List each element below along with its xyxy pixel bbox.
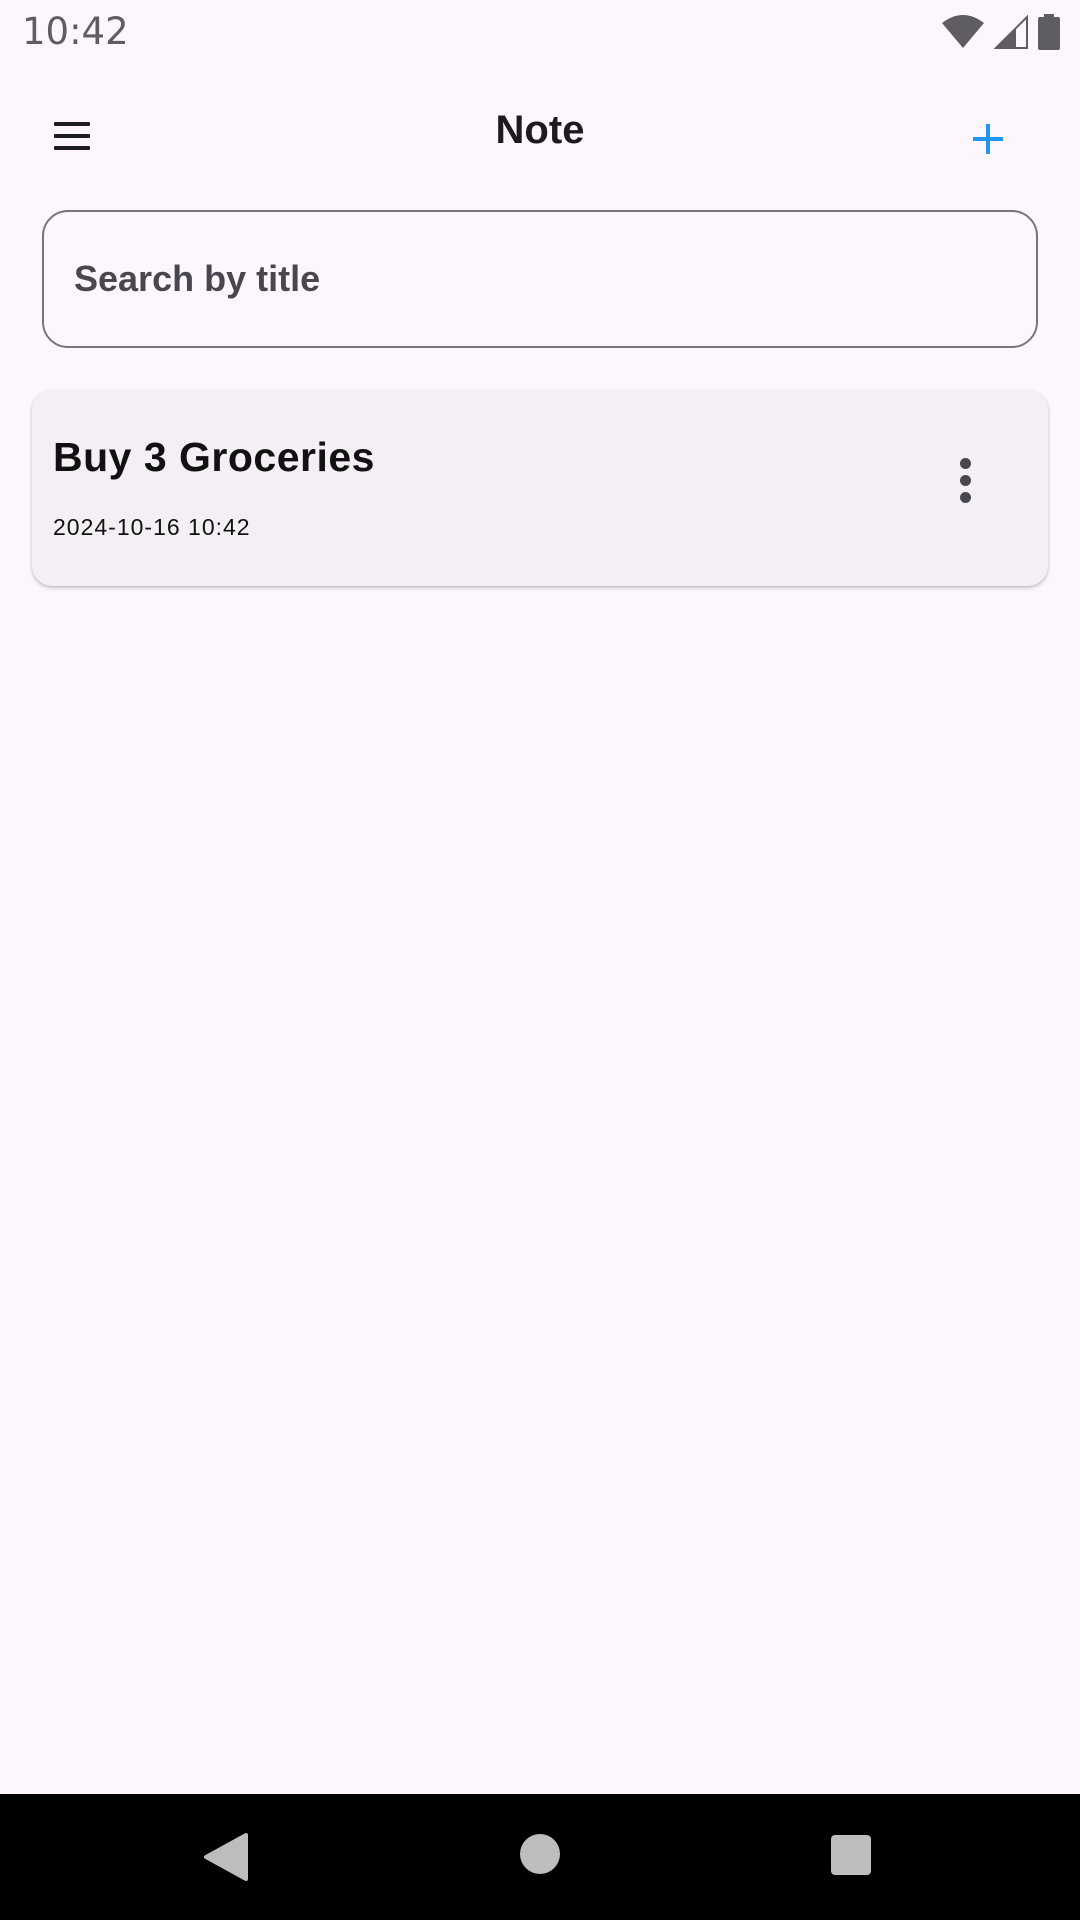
add-note-button[interactable] [958,108,1018,168]
battery-icon [1038,14,1060,50]
page-title: Note [495,108,585,152]
note-date: 2024-10-16 10:42 [53,514,251,540]
search-input[interactable] [74,212,1004,346]
back-icon [204,1833,248,1881]
back-button[interactable] [202,1833,248,1881]
cell-signal-icon [994,15,1028,49]
home-icon[interactable] [520,1834,560,1874]
note-more-button[interactable] [932,452,1000,520]
search-field [42,210,1038,348]
wifi-icon [942,15,984,48]
status-bar: 10:42 [0,0,1080,64]
note-card[interactable]: Buy 3 Groceries 2024-10-16 10:42 [32,390,1048,586]
status-icons [942,12,1060,52]
plus-icon [973,124,1003,154]
note-title: Buy 3 Groceries [53,434,375,480]
app-bar: Note [0,80,1080,192]
navigation-bar [0,1794,1080,1920]
recents-icon[interactable] [831,1835,871,1875]
status-time: 10:42 [22,10,129,53]
